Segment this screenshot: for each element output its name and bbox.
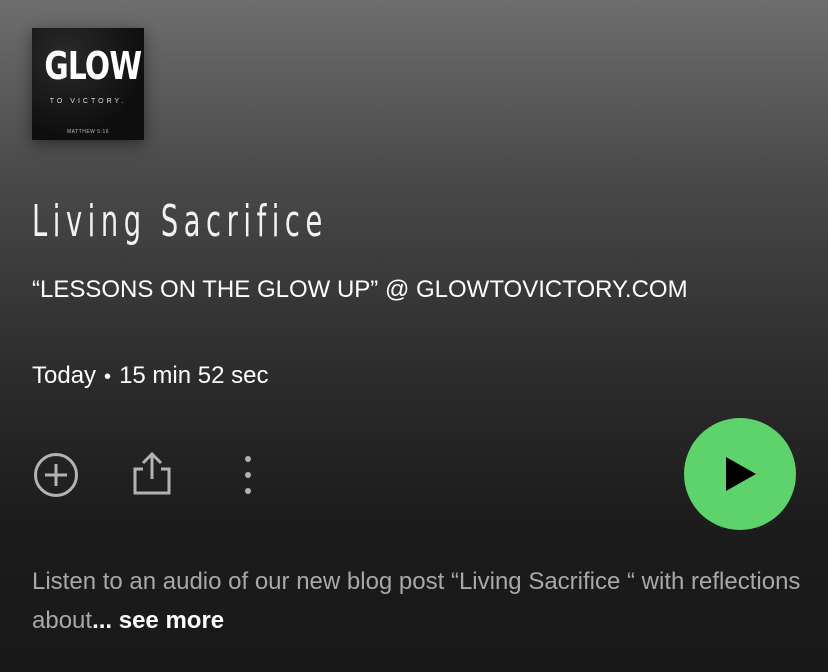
episode-meta: Today • 15 min 52 sec [32,362,268,390]
episode-cover-art: GLOW TO VICTORY. MATTHEW 5:16 [32,28,144,140]
cover-subtitle: TO VICTORY. [49,98,127,105]
play-button[interactable] [684,418,796,530]
meta-separator: • [104,366,112,388]
share-icon[interactable] [130,450,174,496]
episode-description: Listen to an audio of our new blog post … [32,562,812,640]
cover-title: GLOW [44,44,142,88]
more-vertical-icon[interactable] [238,454,258,496]
show-name[interactable]: “LESSONS ON THE GLOW UP” @ GLOWTOVICTORY… [32,276,688,304]
release-date: Today [32,362,97,389]
see-more-link[interactable]: ... see more [92,607,224,634]
plus-circle-icon[interactable] [33,452,79,498]
episode-title: Living Sacrifice [32,196,328,247]
cover-verse: MATTHEW 5:16 [66,129,110,135]
episode-duration: 15 min 52 sec [119,362,269,389]
play-icon [726,457,756,491]
